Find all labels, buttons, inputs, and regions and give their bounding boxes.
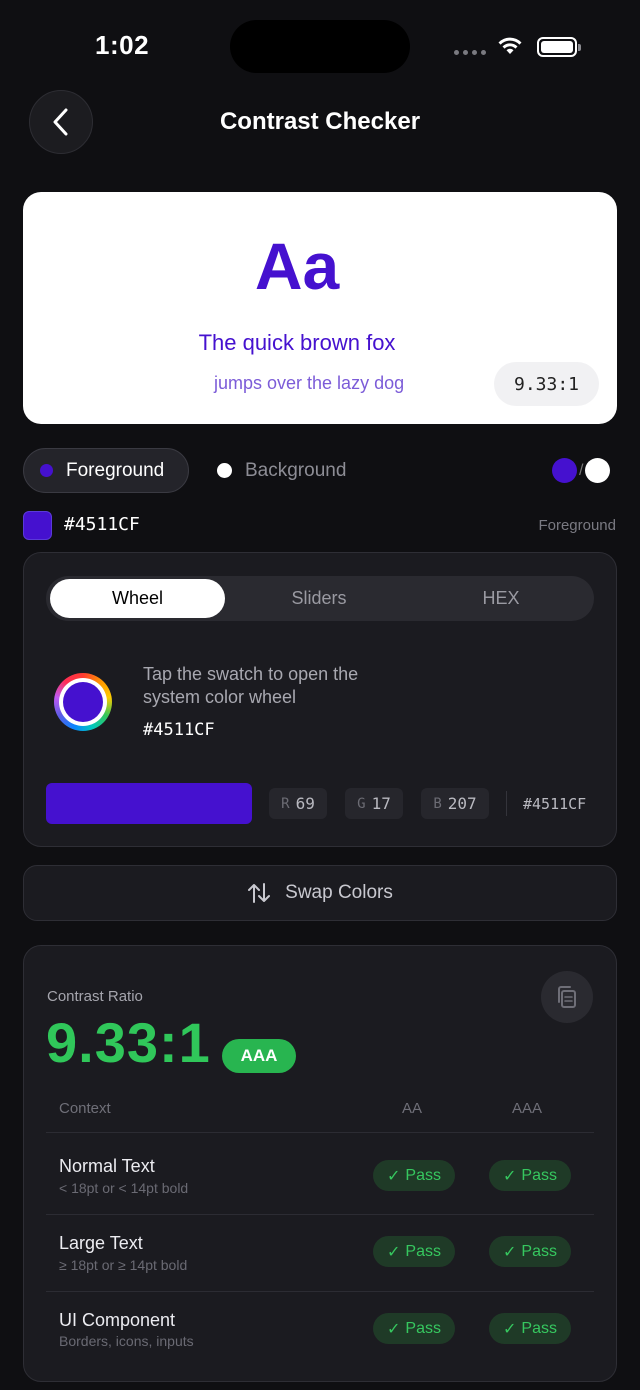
green-value: 17 bbox=[371, 794, 391, 813]
row-divider bbox=[46, 1291, 594, 1292]
wheel-hex-value: #4511CF bbox=[143, 720, 215, 740]
tab-sliders[interactable]: Sliders bbox=[230, 576, 408, 621]
pass-badge-large-aaa: ✓ Pass bbox=[489, 1236, 571, 1267]
column-header-context: Context bbox=[59, 1100, 111, 1117]
blue-key: B bbox=[433, 795, 442, 812]
pass-label: Pass bbox=[521, 1242, 557, 1260]
current-color-hex: #4511CF bbox=[64, 514, 140, 535]
foreground-dot-icon bbox=[40, 464, 53, 477]
check-icon: ✓ bbox=[503, 1167, 517, 1185]
row-divider bbox=[46, 1214, 594, 1215]
pass-badge-normal-aa: ✓ Pass bbox=[373, 1160, 455, 1191]
wifi-icon bbox=[498, 37, 522, 54]
preview-sample-line1: The quick brown fox bbox=[198, 330, 396, 355]
swap-colors-button[interactable]: Swap Colors bbox=[23, 865, 617, 921]
pass-label: Pass bbox=[405, 1319, 441, 1337]
contrast-ratio-label: Contrast Ratio bbox=[47, 988, 143, 1005]
blue-value: 207 bbox=[447, 794, 477, 813]
foreground-toggle[interactable]: Foreground bbox=[23, 448, 189, 493]
contrast-ratio-value: 9.33:1 bbox=[46, 1011, 211, 1074]
tab-wheel[interactable]: Wheel bbox=[50, 579, 225, 618]
divider bbox=[506, 791, 507, 816]
copy-button[interactable] bbox=[541, 971, 593, 1023]
pair-separator: / bbox=[579, 461, 584, 479]
green-key: G bbox=[357, 795, 366, 812]
pass-badge-large-aa: ✓ Pass bbox=[373, 1236, 455, 1267]
column-header-aaa: AAA bbox=[512, 1100, 543, 1117]
red-value-chip: R 69 bbox=[269, 788, 327, 819]
pass-badge-normal-aaa: ✓ Pass bbox=[489, 1160, 571, 1191]
pass-label: Pass bbox=[521, 1166, 557, 1184]
dynamic-island bbox=[230, 20, 410, 73]
cellular-signal-icon bbox=[454, 50, 486, 55]
battery-icon bbox=[537, 37, 581, 57]
foreground-toggle-label: Foreground bbox=[66, 459, 165, 481]
red-value: 69 bbox=[295, 794, 315, 813]
copy-icon bbox=[558, 986, 576, 1008]
row-subtitle-large-text: ≥ 18pt or ≥ 14pt bold bbox=[59, 1257, 188, 1273]
pass-badge-ui-aaa: ✓ Pass bbox=[489, 1313, 571, 1344]
check-icon: ✓ bbox=[387, 1243, 401, 1261]
check-icon: ✓ bbox=[503, 1320, 517, 1338]
background-toggle-label: Background bbox=[245, 459, 347, 481]
color-pair-preview: / bbox=[552, 458, 611, 483]
row-title-normal-text: Normal Text bbox=[59, 1156, 155, 1176]
foreground-swatch-mini bbox=[552, 458, 577, 483]
swap-colors-label: Swap Colors bbox=[285, 882, 393, 903]
check-icon: ✓ bbox=[503, 1243, 517, 1261]
background-toggle[interactable]: Background bbox=[217, 448, 346, 493]
background-swatch-mini bbox=[585, 458, 611, 483]
green-value-chip: G 17 bbox=[345, 788, 403, 819]
pass-label: Pass bbox=[405, 1166, 441, 1184]
row-subtitle-normal-text: < 18pt or < 14pt bold bbox=[59, 1180, 189, 1196]
current-color-swatch[interactable] bbox=[23, 511, 52, 540]
check-icon: ✓ bbox=[387, 1167, 401, 1185]
preview-ratio-chip: 9.33:1 bbox=[494, 362, 599, 406]
status-bar: 1:02 bbox=[0, 0, 640, 90]
red-key: R bbox=[281, 795, 290, 812]
status-time: 1:02 bbox=[95, 30, 150, 60]
swap-arrows-icon bbox=[248, 883, 271, 903]
row-title-large-text: Large Text bbox=[59, 1233, 143, 1253]
pass-badge-ui-aa: ✓ Pass bbox=[373, 1313, 455, 1344]
preview-sample-line2: jumps over the lazy dog bbox=[214, 373, 405, 393]
color-preview-bar[interactable] bbox=[46, 783, 252, 824]
column-header-aa: AA bbox=[402, 1100, 423, 1117]
pass-label: Pass bbox=[521, 1319, 557, 1337]
row-subtitle-ui-component: Borders, icons, inputs bbox=[59, 1333, 194, 1349]
hex-readout: #4511CF bbox=[523, 795, 587, 813]
color-wheel-icon[interactable] bbox=[54, 673, 112, 731]
tab-hex[interactable]: HEX bbox=[412, 576, 590, 621]
wcag-level-badge: AAA bbox=[222, 1039, 296, 1073]
pass-label: Pass bbox=[405, 1242, 441, 1260]
current-target-label: Foreground bbox=[538, 517, 616, 534]
check-icon: ✓ bbox=[387, 1320, 401, 1338]
page-title: Contrast Checker bbox=[219, 108, 421, 135]
preview-sample-large: Aa bbox=[254, 229, 340, 303]
blue-value-chip: B 207 bbox=[421, 788, 489, 819]
row-title-ui-component: UI Component bbox=[59, 1310, 176, 1330]
background-dot-icon bbox=[217, 463, 232, 478]
wheel-instructions: Tap the swatch to open the system color … bbox=[143, 664, 359, 707]
row-divider bbox=[46, 1132, 594, 1133]
